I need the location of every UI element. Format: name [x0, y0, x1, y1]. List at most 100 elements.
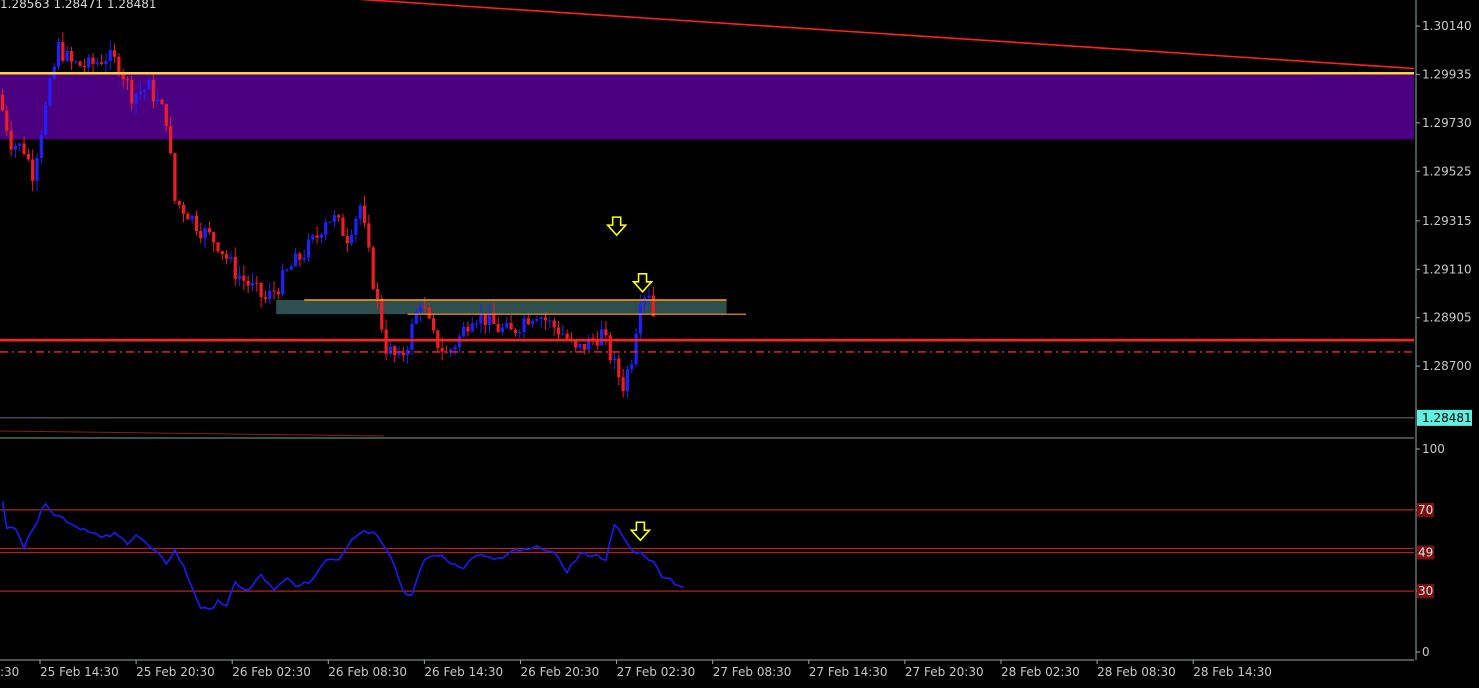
candle-body [634, 333, 638, 365]
time-tick-label: 26 Feb 14:30 [424, 665, 503, 679]
candle-body [531, 320, 535, 325]
candle [13, 142, 18, 158]
candle-body [578, 343, 582, 348]
candle-body [535, 319, 539, 321]
time-tick-label: 27 Feb 20:30 [905, 665, 984, 679]
candle [112, 43, 117, 63]
candle-body [556, 327, 561, 335]
candle-body [543, 317, 548, 321]
trading-chart[interactable]: 1.30140 1.29935 1.29730 1.29525 1.29315 1.291… [0, 0, 1479, 684]
candle [26, 148, 30, 162]
candle [246, 275, 250, 294]
price-axis[interactable]: 1.30140 1.29935 1.29730 1.29525 1.29315 1.291… [1415, 0, 1472, 660]
time-tick-label: 27 Feb 14:30 [809, 665, 888, 679]
candle-body [539, 317, 543, 320]
lower-trend-line [0, 430, 385, 437]
candle-body [319, 234, 324, 238]
candle-body [61, 42, 65, 61]
candle-body [237, 275, 242, 279]
candle-body [281, 270, 285, 295]
candle-body [440, 348, 444, 352]
candle [505, 316, 509, 329]
candle-body [186, 213, 190, 220]
candle [410, 318, 414, 356]
candle-body [95, 62, 99, 64]
candle-body [358, 205, 362, 219]
candle [604, 320, 608, 346]
candle [466, 321, 470, 337]
candle [393, 345, 397, 363]
candle [634, 328, 638, 367]
rsi-level-label: 30 [1418, 584, 1433, 598]
candle-body [0, 94, 5, 111]
candle-body [345, 235, 349, 244]
candle-body [229, 256, 233, 259]
candle-body [143, 89, 147, 92]
candle-body [306, 239, 311, 258]
candle [82, 58, 86, 75]
candle [578, 343, 582, 352]
candle [74, 60, 78, 65]
time-axis: :30 25 Feb 14:30 25 Feb 20:30 26 Feb 02:30 2… [0, 659, 1414, 679]
candle [556, 320, 561, 340]
candle-body [505, 323, 509, 328]
descending-trend-line [357, 0, 1415, 70]
candle [522, 312, 526, 343]
candle [177, 200, 181, 209]
candle [39, 130, 43, 164]
candle-body [13, 145, 18, 150]
candle [470, 316, 474, 333]
candle [69, 46, 74, 70]
candle [31, 149, 35, 192]
candle-body [22, 143, 26, 154]
time-tick-label: 26 Feb 02:30 [232, 665, 311, 679]
candle [651, 286, 655, 318]
candle-body [427, 307, 431, 319]
candle-body [315, 235, 319, 238]
candle-body [87, 57, 91, 68]
candle-body [233, 256, 237, 279]
candle [401, 346, 405, 362]
time-tick-label: 25 Feb 14:30 [40, 665, 119, 679]
candle [306, 233, 311, 263]
candle-body [350, 234, 354, 244]
time-tick-label: 26 Feb 20:30 [521, 665, 600, 679]
candle-body [151, 79, 155, 102]
candle-body [397, 352, 401, 356]
candle [268, 282, 272, 305]
candle-body [354, 218, 358, 235]
rsi-indicator-pane[interactable] [0, 501, 1414, 611]
price-chart-pane[interactable] [0, 0, 1415, 439]
candle [281, 263, 285, 296]
candle-body [341, 217, 345, 236]
candle [315, 225, 319, 244]
candle-body [457, 336, 461, 347]
candle-body [625, 369, 630, 392]
candle [328, 221, 332, 223]
candle [548, 316, 552, 329]
candle-body [276, 291, 280, 295]
candle-body [362, 205, 367, 224]
candle-body [130, 79, 134, 104]
chart-canvas[interactable]: 1.30140 1.29935 1.29730 1.29525 1.29315 1.291… [0, 0, 1479, 684]
candle-body [216, 242, 220, 252]
candle-body [91, 57, 95, 64]
candle-body [203, 228, 207, 239]
ohlc-readout: 1.28563 1.28471 1.28481 [0, 0, 157, 11]
candle-body [612, 358, 617, 361]
rsi-level-label: 70 [1418, 503, 1433, 517]
candle-body [423, 306, 427, 308]
candle [621, 368, 625, 398]
candle [582, 343, 586, 355]
candle-body [617, 358, 621, 378]
candle-body [298, 253, 302, 260]
candle [453, 344, 457, 356]
candle [431, 314, 436, 334]
candle [173, 152, 177, 204]
candle [457, 334, 461, 354]
candle [302, 249, 306, 263]
candle-body [78, 61, 82, 66]
candle-body [638, 304, 642, 334]
candle-body [647, 295, 651, 298]
candle [35, 153, 39, 192]
